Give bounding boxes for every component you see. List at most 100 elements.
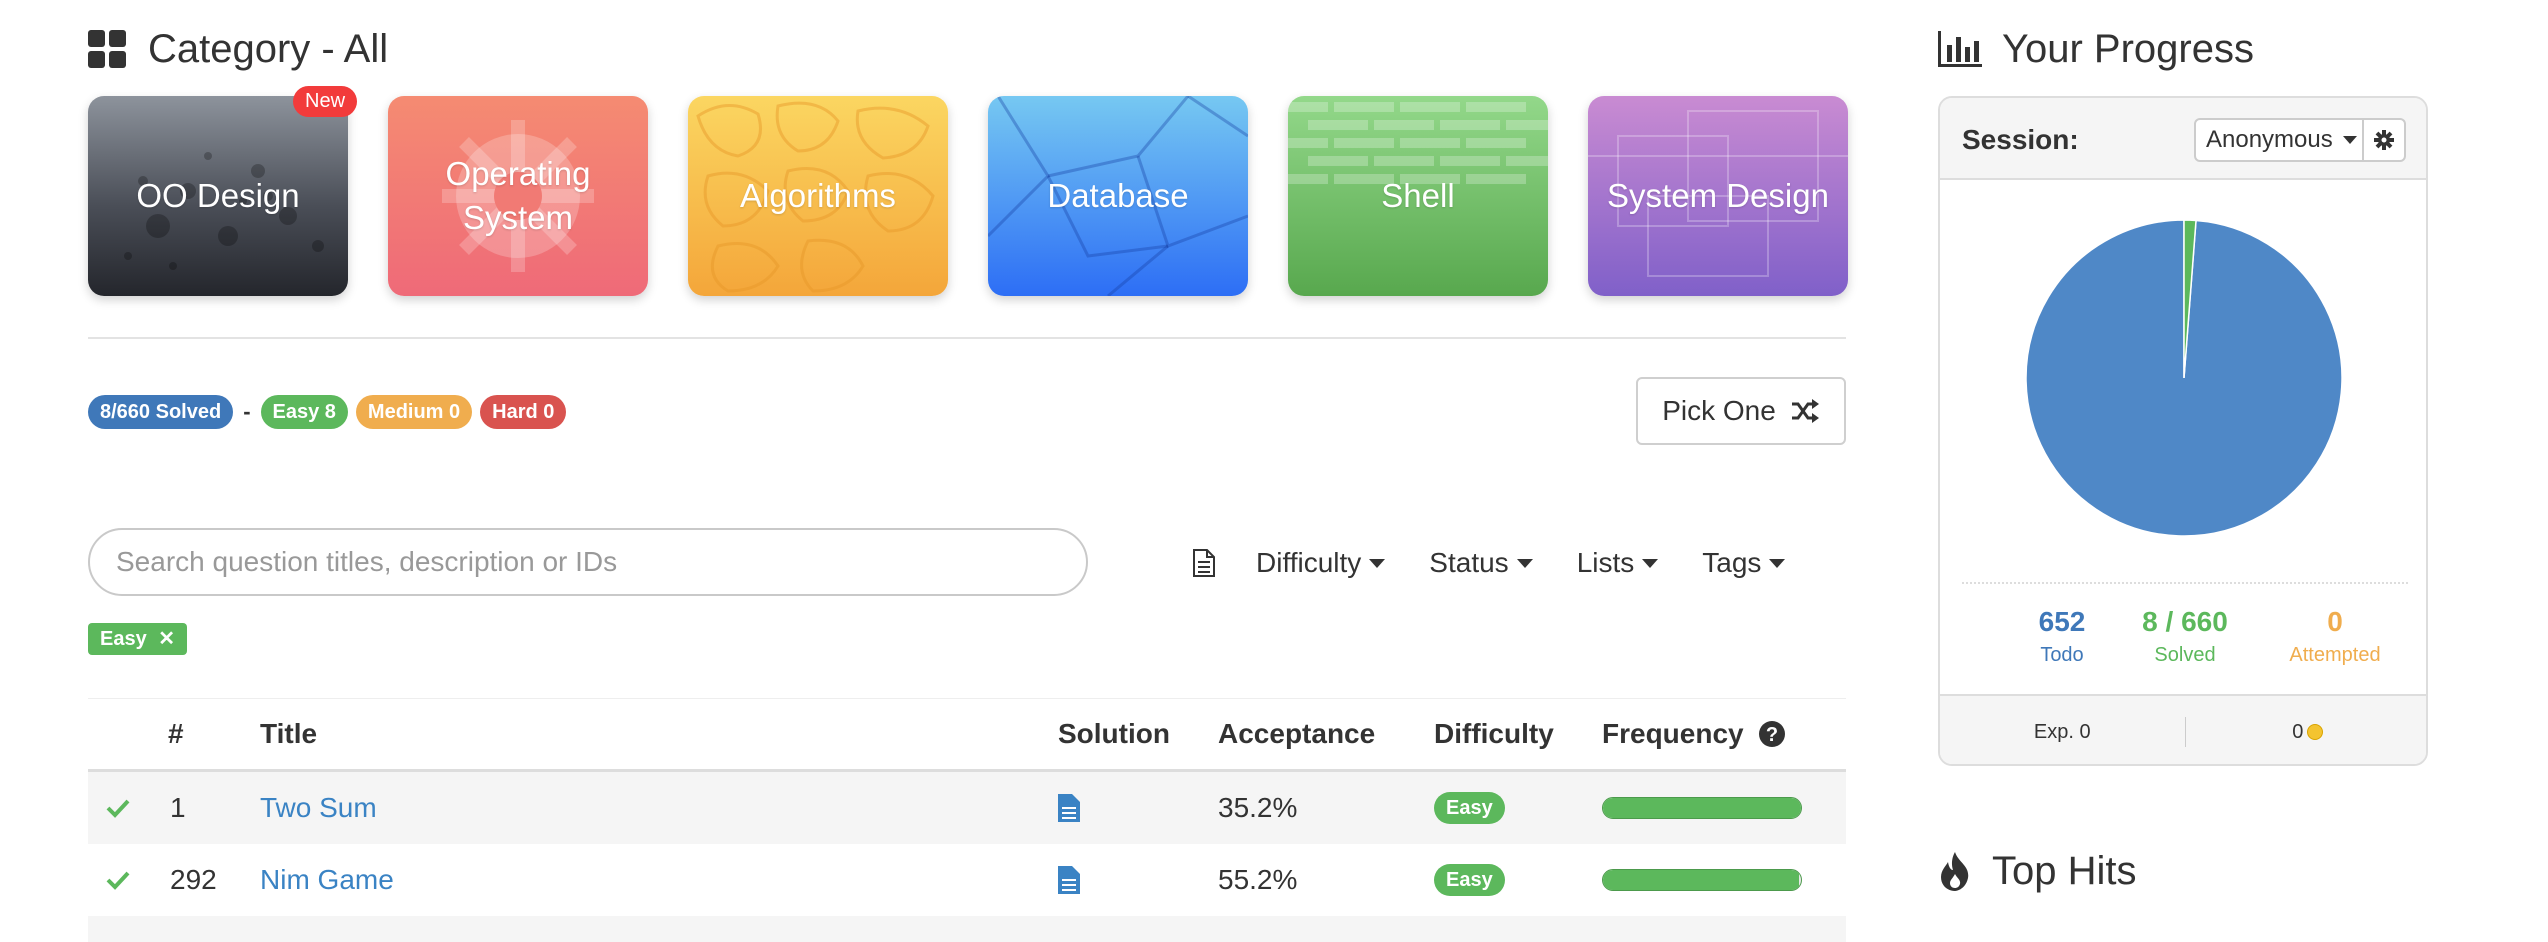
session-bar: Session: Anonymous	[1940, 98, 2426, 180]
caret-down-icon	[1369, 558, 1386, 568]
progress-pie-chart	[2025, 219, 2343, 537]
card-label: System Design	[1607, 177, 1829, 214]
difficulty-badge: Easy	[1434, 792, 1505, 824]
medium-count-badge: Medium 0	[355, 395, 473, 429]
row-frequency	[1602, 772, 1802, 844]
category-cards: OO Design Operating System Algorithms Da…	[88, 96, 1848, 296]
frequency-bar-fill	[1603, 798, 1801, 818]
lists-dropdown-label: Lists	[1576, 547, 1635, 578]
frequency-bar	[1602, 797, 1802, 819]
progress-footer: Exp. 0 0	[1940, 694, 2426, 764]
session-label: Session:	[1962, 124, 2079, 155]
attempted-stat: 0 Attempted	[2265, 606, 2405, 667]
card-algorithms[interactable]: Algorithms	[688, 96, 948, 296]
status-dropdown-label: Status	[1429, 547, 1509, 578]
divider	[1962, 582, 2408, 584]
row-title-link[interactable]: Nim Game	[260, 844, 394, 916]
pick-one-label: Pick One	[1662, 395, 1776, 426]
card-shell[interactable]: Shell	[1288, 96, 1548, 296]
shuffle-icon	[1791, 399, 1819, 423]
row-difficulty: Easy	[1434, 772, 1505, 844]
new-badge: New	[293, 86, 358, 117]
progress-header: Your Progress	[1938, 26, 2254, 72]
progress-title: Your Progress	[2002, 26, 2254, 71]
todo-value: 652	[2038, 606, 2086, 637]
document-icon[interactable]	[1192, 548, 1216, 578]
card-label: Database	[1047, 177, 1189, 214]
active-filter-easy[interactable]: Easy ✕	[88, 623, 188, 655]
solved-count-badge: 8/660 Solved	[88, 395, 234, 429]
help-icon[interactable]: ?	[1758, 720, 1786, 748]
solution-icon[interactable]	[1058, 772, 1080, 844]
gear-icon	[2374, 130, 2394, 150]
pick-one-button[interactable]: Pick One	[1636, 377, 1846, 445]
category-header: Category - All	[88, 26, 388, 72]
experience: Exp. 0	[2033, 720, 2091, 743]
todo-stat: 652 Todo	[1992, 606, 2132, 667]
grid-icon	[88, 30, 126, 68]
todo-label: Todo	[2040, 644, 2084, 666]
status-dropdown[interactable]: Status	[1429, 547, 1533, 579]
card-operating-system[interactable]: Operating System	[388, 96, 648, 296]
search-input[interactable]	[88, 528, 1088, 596]
solved-stat: 8 / 660 Solved	[2115, 606, 2255, 667]
header-frequency[interactable]: Frequency ?	[1602, 699, 1786, 769]
top-hits-header: Top Hits	[1938, 846, 2137, 896]
solved-value: 8 / 660	[2142, 606, 2228, 637]
table-row-partial	[88, 916, 1846, 942]
solved-stats: 8/660 Solved - Easy 8 Medium 0 Hard 0	[88, 395, 567, 429]
solution-icon[interactable]	[1058, 844, 1080, 916]
check-icon	[106, 772, 130, 844]
caret-down-icon	[1516, 558, 1533, 568]
stats-separator: -	[243, 399, 251, 424]
card-database[interactable]: Database	[988, 96, 1248, 296]
header-difficulty[interactable]: Difficulty	[1434, 699, 1554, 769]
card-label: OO Design	[136, 177, 300, 214]
difficulty-dropdown[interactable]: Difficulty	[1256, 547, 1386, 579]
card-label: Shell	[1381, 177, 1455, 214]
table-row[interactable]: 292 Nim Game 55.2% Easy	[88, 844, 1846, 916]
easy-count-badge: Easy 8	[260, 395, 348, 429]
tags-dropdown[interactable]: Tags	[1702, 547, 1786, 579]
card-oo-design[interactable]: OO Design	[88, 96, 348, 296]
frequency-bar-fill	[1603, 870, 1800, 890]
header-acceptance[interactable]: Acceptance	[1218, 699, 1375, 769]
session-dropdown[interactable]: Anonymous	[2194, 118, 2364, 162]
card-label: Operating System	[445, 155, 591, 236]
progress-panel: Session: Anonymous 652 Todo 8 / 660 Solv…	[1938, 96, 2428, 766]
problem-table: # Title Solution Acceptance Difficulty F…	[88, 698, 1846, 942]
table-header: # Title Solution Acceptance Difficulty F…	[88, 698, 1846, 772]
difficulty-dropdown-label: Difficulty	[1256, 547, 1362, 578]
session-settings-button[interactable]	[2362, 118, 2406, 162]
close-icon[interactable]: ✕	[158, 628, 175, 650]
attempted-label: Attempted	[2289, 644, 2381, 666]
difficulty-badge: Easy	[1434, 864, 1505, 896]
lists-dropdown[interactable]: Lists	[1577, 547, 1659, 579]
row-title-link[interactable]: Two Sum	[260, 772, 377, 844]
bar-chart-icon	[1938, 31, 1982, 67]
frequency-bar	[1602, 869, 1802, 891]
solved-label: Solved	[2154, 644, 2216, 666]
session-dropdown-value: Anonymous	[2206, 126, 2333, 153]
filter-bar: Difficulty Status Lists Tags	[1192, 540, 1786, 586]
active-filter-label: Easy	[100, 628, 147, 650]
row-acceptance: 55.2%	[1218, 864, 1298, 895]
coin-icon	[2307, 724, 2324, 740]
svg-text:?: ?	[1766, 724, 1778, 746]
card-label: Algorithms	[740, 177, 896, 214]
top-hits-title: Top Hits	[1992, 848, 2137, 893]
row-num: 1	[170, 792, 186, 823]
header-solution[interactable]: Solution	[1058, 699, 1170, 769]
table-row[interactable]: 1 Two Sum 35.2% Easy	[88, 772, 1846, 844]
caret-down-icon	[2342, 136, 2357, 144]
check-icon	[106, 844, 130, 916]
divider	[88, 337, 1846, 339]
row-frequency	[1602, 844, 1802, 916]
attempted-value: 0	[2327, 606, 2343, 637]
header-num[interactable]: #	[168, 699, 184, 769]
caret-down-icon	[1642, 558, 1659, 568]
header-title[interactable]: Title	[260, 699, 317, 769]
row-difficulty: Easy	[1434, 844, 1505, 916]
caret-down-icon	[1769, 558, 1786, 568]
card-system-design[interactable]: System Design	[1588, 96, 1848, 296]
